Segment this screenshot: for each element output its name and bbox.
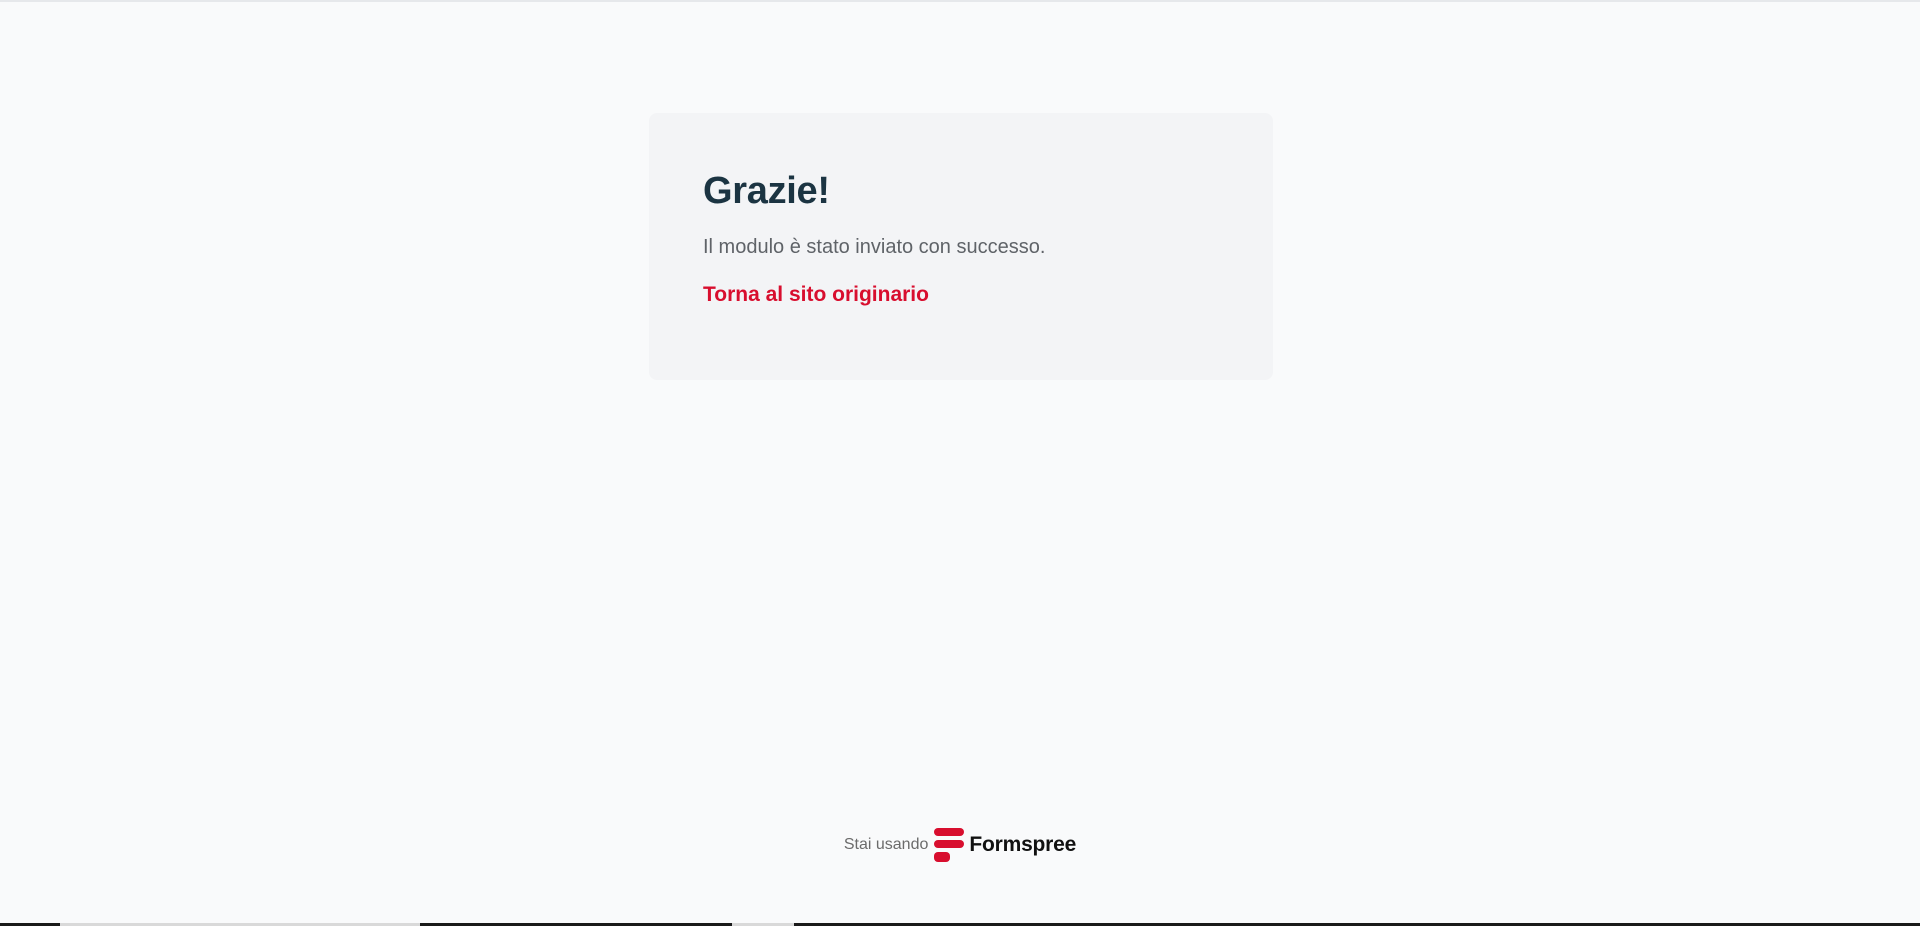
brand-name: Formspree <box>969 833 1077 856</box>
formspree-logo-icon <box>934 828 965 862</box>
success-message: Il modulo è stato inviato con successo. <box>703 236 1046 258</box>
confirmation-card: Grazie! Il modulo è stato inviato con su… <box>649 113 1273 380</box>
page-title: Grazie! <box>703 170 830 212</box>
top-divider <box>0 0 1920 2</box>
footer-prefix: Stai usando <box>843 836 929 853</box>
footer: Stai usando Formspree <box>0 828 1920 862</box>
formspree-brand-link[interactable]: Formspree <box>934 828 1076 862</box>
return-to-site-link[interactable]: Torna al sito originario <box>703 283 929 307</box>
